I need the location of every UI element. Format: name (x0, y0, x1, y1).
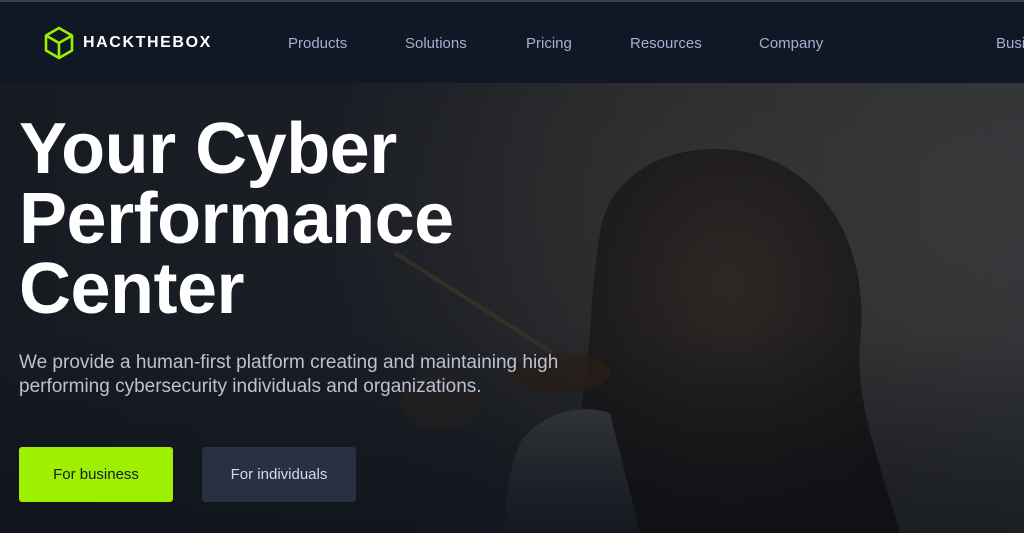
hero-headline: Your Cyber Performance Center (19, 109, 454, 329)
for-business-button[interactable]: For business (19, 447, 173, 502)
brand-logo[interactable]: HACKTHEBOX (44, 26, 212, 60)
for-individuals-button[interactable]: For individuals (202, 447, 356, 502)
nav-item-pricing[interactable]: Pricing (526, 35, 572, 52)
headline-line: Performance (19, 179, 454, 259)
cube-icon (44, 26, 74, 60)
page: HACKTHEBOX Products Solutions Pricing Re… (0, 0, 1024, 533)
nav-item-solutions[interactable]: Solutions (405, 35, 467, 52)
top-navigation-bar: HACKTHEBOX Products Solutions Pricing Re… (0, 0, 1024, 83)
nav-item-company[interactable]: Company (759, 35, 823, 52)
headline-line: Center (19, 249, 245, 329)
nav-item-resources[interactable]: Resources (630, 35, 702, 52)
hero-subtext: We provide a human-first platform creati… (19, 352, 559, 397)
headline-line: Your Cyber (19, 109, 397, 189)
brand-name: HACKTHEBOX (83, 34, 212, 51)
nav-item-business[interactable]: Busi (996, 35, 1024, 52)
nav-item-products[interactable]: Products (288, 35, 347, 52)
